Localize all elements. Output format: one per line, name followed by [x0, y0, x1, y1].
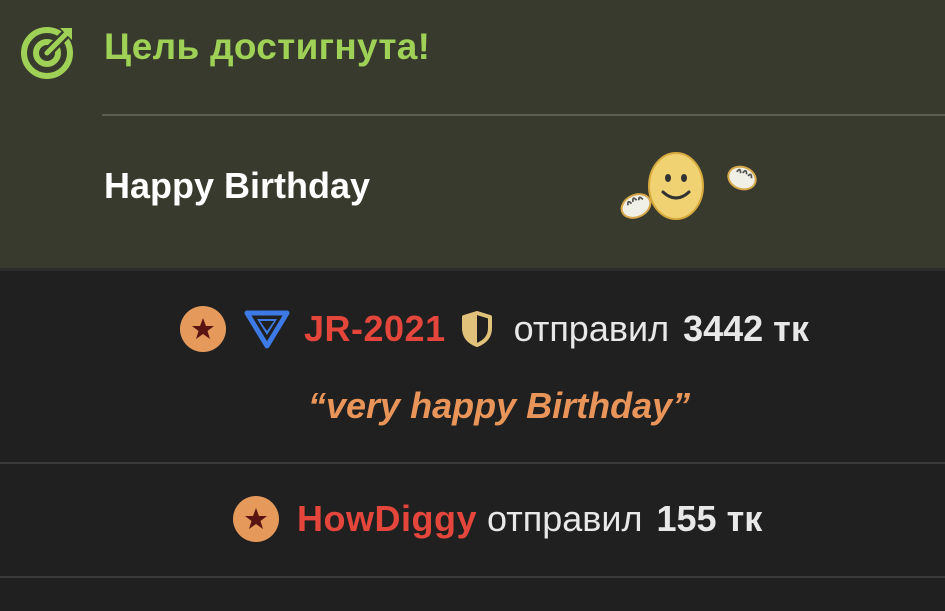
goal-message: Happy Birthday	[104, 165, 371, 206]
tip-amount: 3442 тк	[683, 308, 809, 349]
tip-message: “very happy Birthday”	[308, 385, 691, 426]
username[interactable]: JR-2021	[304, 308, 446, 350]
action-label: отправил	[513, 308, 670, 349]
smiley-sticker-icon	[620, 152, 757, 220]
tip-row: JR-2021 отправил 3442 тк	[0, 271, 945, 462]
action-label: отправил	[487, 498, 643, 539]
goal-banner: Цель достигнута! Happy Birthday	[0, 0, 945, 268]
tip-amount: 155 тк	[656, 498, 763, 539]
tip-row: HowDiggy отправил 155 тк	[0, 464, 945, 576]
shield-icon	[461, 311, 492, 347]
divider	[102, 114, 945, 116]
star-badge-icon	[180, 306, 226, 352]
divider	[0, 576, 945, 578]
username[interactable]: HowDiggy	[297, 498, 477, 540]
goal-title: Цель достигнута!	[104, 26, 431, 67]
star-badge-icon	[233, 496, 279, 542]
target-check-icon	[21, 27, 73, 79]
tip-line: JR-2021 отправил 3442 тк	[180, 306, 809, 352]
tip-line: HowDiggy отправил 155 тк	[233, 496, 762, 542]
tier-triangle-icon	[244, 310, 290, 349]
